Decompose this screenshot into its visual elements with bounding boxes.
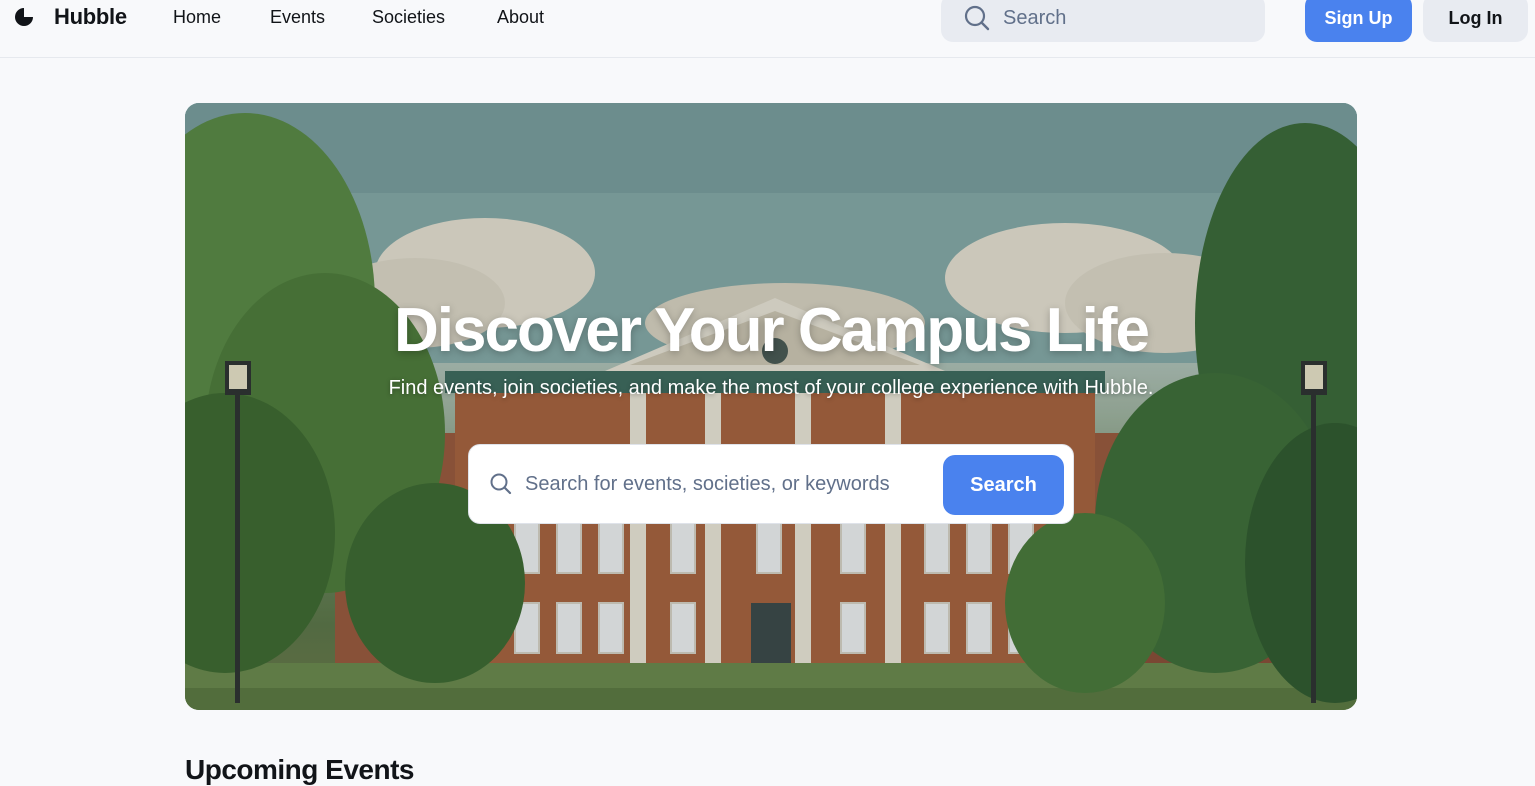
hero-banner: Discover Your Campus Life Find events, j… xyxy=(185,103,1357,710)
upcoming-events-heading: Upcoming Events xyxy=(185,754,414,785)
brand[interactable]: Hubble xyxy=(14,4,127,30)
hero-search-input[interactable] xyxy=(525,472,925,496)
header-search-input[interactable] xyxy=(1003,6,1243,30)
brand-name: Hubble xyxy=(54,4,127,29)
search-icon xyxy=(964,5,990,31)
nav-link-societies[interactable]: Societies xyxy=(372,7,445,28)
nav-link-home[interactable]: Home xyxy=(173,7,221,28)
header-search-box[interactable] xyxy=(941,0,1265,42)
hero-subtitle: Find events, join societies, and make th… xyxy=(388,377,1154,399)
hero-search-bar[interactable]: Search xyxy=(468,444,1074,524)
hubble-logo-icon xyxy=(15,8,33,26)
search-icon xyxy=(490,473,512,495)
nav-link-about[interactable]: About xyxy=(497,7,544,28)
nav-link-events[interactable]: Events xyxy=(270,7,325,28)
hero-search-button[interactable]: Search xyxy=(943,455,1064,515)
hero-title: Discover Your Campus Life xyxy=(394,296,1150,365)
top-navigation-bar: Hubble Home Events Societies About Sign … xyxy=(0,0,1535,58)
log-in-button[interactable]: Log In xyxy=(1423,0,1528,42)
sign-up-button[interactable]: Sign Up xyxy=(1305,0,1412,42)
hero-overlay xyxy=(185,103,1357,710)
